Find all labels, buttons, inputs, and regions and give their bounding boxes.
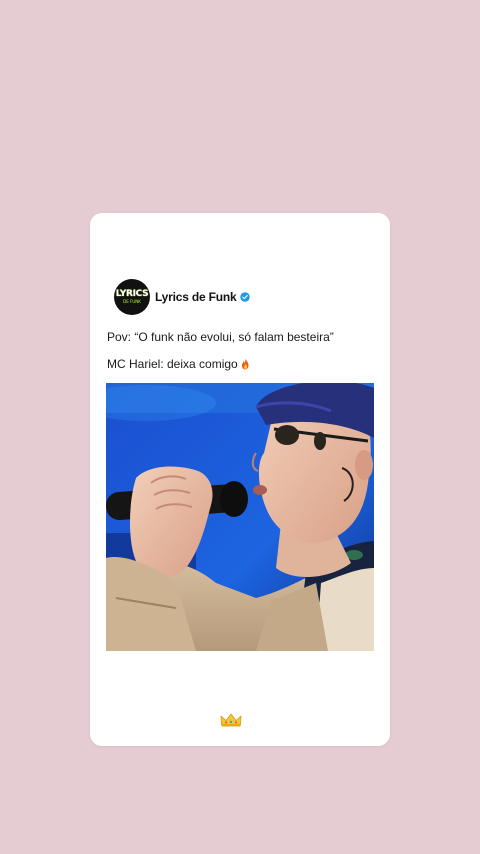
post-text-line-2: MC Hariel: deixa comigo <box>107 357 251 371</box>
account-name[interactable]: Lyrics de Funk <box>155 290 237 304</box>
avatar-logo-text: LYRICS <box>115 289 149 299</box>
avatar-logo-subtext: DE FUNK <box>123 299 141 304</box>
avatar[interactable]: LYRICS DE FUNK <box>114 279 150 315</box>
verified-badge-icon <box>240 292 251 302</box>
crown-icon <box>220 713 242 727</box>
post-text-line-2-text: MC Hariel: deixa comigo <box>107 357 238 371</box>
post-card: LYRICS DE FUNK Lyrics de Funk Pov: “O fu… <box>90 213 390 746</box>
post-header: LYRICS DE FUNK Lyrics de Funk <box>114 279 251 315</box>
fire-icon <box>241 358 249 370</box>
post-video[interactable] <box>106 383 374 651</box>
post-text-line-1: Pov: “O funk não evolui, só falam bestei… <box>107 330 334 344</box>
